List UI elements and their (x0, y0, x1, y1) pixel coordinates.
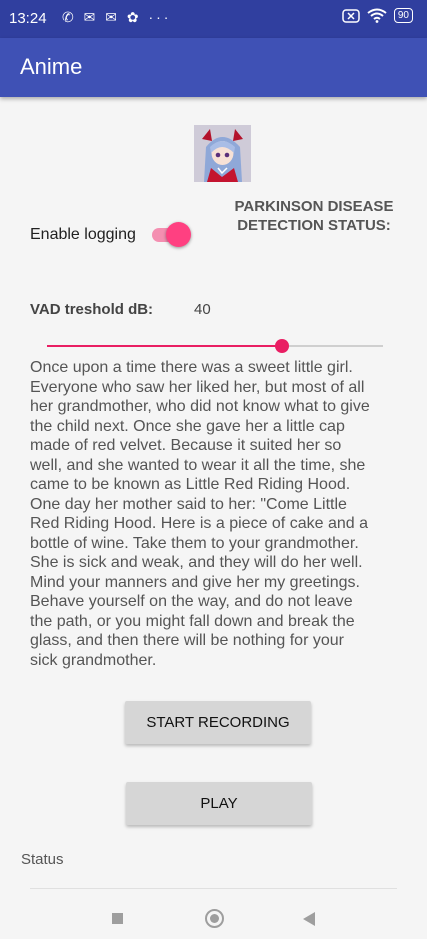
status-bar: 13:24 ✆ ✉ ✉ ✿ ··· 90 (0, 0, 427, 38)
system-icons: 90 (342, 8, 413, 23)
status-time: 13:24 (9, 10, 47, 27)
app-title: Anime (20, 54, 83, 79)
parkinson-status-label: PARKINSON DISEASE DETECTION STATUS: (234, 198, 394, 234)
recents-icon[interactable] (112, 913, 123, 924)
start-recording-button[interactable]: START RECORDING (125, 701, 311, 744)
vad-threshold-slider[interactable] (47, 338, 383, 354)
app-bar: Anime (0, 38, 427, 97)
switch-thumb (166, 222, 191, 247)
anime-avatar-image (194, 125, 251, 182)
enable-logging-label: Enable logging (30, 226, 136, 243)
battery-icon: 90 (393, 8, 413, 23)
anime-girl-image (194, 125, 251, 182)
slider-fill (47, 345, 283, 347)
signal-x-icon (342, 8, 360, 23)
slider-thumb[interactable] (275, 339, 290, 353)
story-text[interactable]: Once upon a time there was a sweet littl… (30, 358, 375, 680)
home-icon[interactable] (205, 909, 224, 928)
navigation-bar (0, 893, 427, 939)
enable-logging-switch[interactable] (152, 222, 192, 248)
divider (30, 888, 397, 889)
status-label: Status (21, 851, 64, 868)
vad-threshold-label: VAD treshold dB: (30, 301, 154, 318)
back-icon[interactable] (303, 912, 315, 926)
play-button[interactable]: PLAY (126, 782, 312, 825)
wifi-icon (367, 8, 387, 23)
notification-icons: ✆ ✉ ✉ ✿ ··· (62, 9, 172, 25)
vad-threshold-value: 40 (194, 301, 211, 318)
